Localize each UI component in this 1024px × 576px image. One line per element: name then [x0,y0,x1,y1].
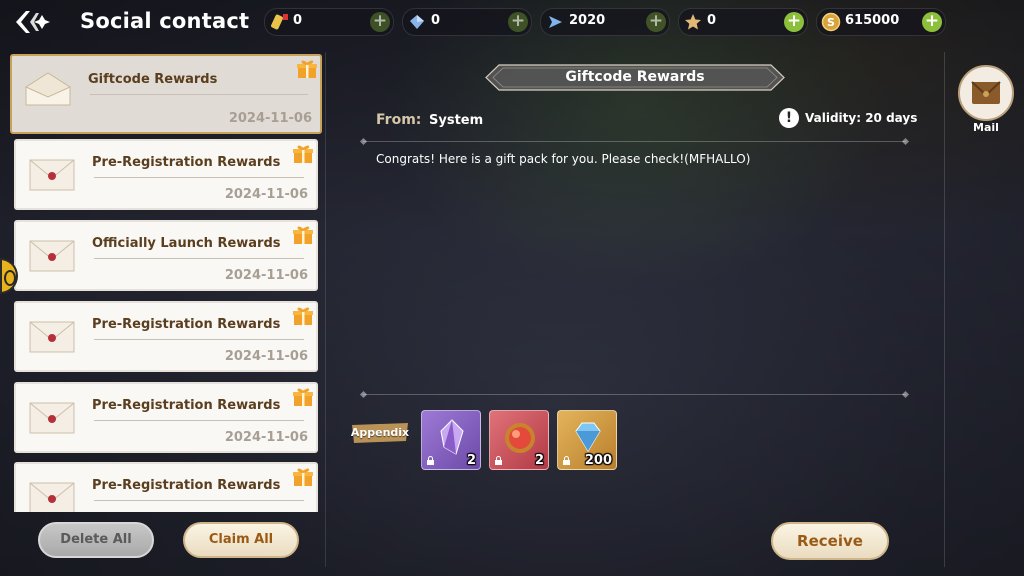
blue-diamond-icon [575,422,601,452]
currency-coin: S 615000 + [816,8,946,36]
sealed-envelope-icon [29,240,75,272]
lock-icon [495,456,502,465]
currency-star: 0 + [678,8,808,36]
mail-item-giftcode[interactable]: Giftcode Rewards 2024-11-06 [10,54,322,134]
lock-icon [427,456,434,465]
star-icon [685,14,701,30]
divider [94,258,304,259]
mail-list: Giftcode Rewards 2024-11-06 Pre-Registra… [0,52,325,512]
mail-item[interactable]: Pre-Registration Rewards 2024-11-06 [14,382,318,453]
sender-name: System [429,113,484,128]
validity-text: Validity: 20 days [805,111,918,125]
add-star-button[interactable]: + [784,12,804,32]
gift-icon [293,226,313,244]
open-envelope-icon [25,72,71,106]
purple-crystal-icon [440,419,464,455]
tab-mail-label: Mail [973,121,999,134]
panel-divider [325,52,326,567]
reward-slot[interactable]: 200 [557,410,617,470]
lock-icon [563,456,570,465]
currency-token: 2020 + [540,8,670,36]
divider [94,500,304,501]
detail-header: Giftcode Rewards [485,64,785,91]
gift-icon [293,388,313,406]
divider [90,94,308,95]
divider [94,177,304,178]
divider [94,420,304,421]
divider [363,141,906,142]
add-token-button[interactable]: + [646,12,666,32]
add-crystal-button[interactable]: + [508,12,528,32]
detail-title: Giftcode Rewards [565,69,705,85]
mail-item[interactable]: Officially Launch Rewards 2024-11-06 [14,220,318,291]
red-orb-icon [505,423,535,453]
side-divider [944,52,945,567]
divider [94,339,304,340]
top-bar: Social contact 0 + 0 + 2020 + 0 + S 6150… [0,0,1024,44]
crystal-icon [410,15,424,29]
gift-icon [293,307,313,325]
mail-item[interactable]: Pre-Registration Rewards [14,462,318,512]
arrow-token-icon [549,16,562,28]
sealed-envelope-icon [29,402,75,434]
currency-ticket: 0 + [264,8,394,36]
exclamation-icon: ! [779,108,799,128]
gift-icon [293,468,313,486]
reward-slot[interactable]: 2 [421,410,481,470]
svg-text:S: S [827,16,835,29]
sealed-envelope-icon [29,159,75,191]
delete-all-button[interactable]: Delete All [38,522,154,558]
add-ticket-button[interactable]: + [370,12,390,32]
receive-button[interactable]: Receive [771,522,889,560]
reward-slot[interactable]: 2 [489,410,549,470]
message-body: Congrats! Here is a gift pack for you. P… [376,152,751,166]
gift-icon [293,145,313,163]
tab-mail[interactable] [958,65,1014,121]
from-label: From: [376,112,422,128]
divider [363,394,906,395]
mail-item[interactable]: Pre-Registration Rewards 2024-11-06 [14,139,318,210]
page-title: Social contact [80,9,250,33]
sealed-envelope-icon [29,482,75,512]
coin-icon: S [821,12,841,32]
mail-icon [971,81,1001,104]
add-coin-button[interactable]: + [922,12,942,32]
currency-crystal: 0 + [402,8,532,36]
mail-item[interactable]: Pre-Registration Rewards 2024-11-06 [14,301,318,372]
back-icon[interactable] [12,8,50,36]
ticket-icon [271,14,288,30]
claim-all-button[interactable]: Claim All [183,522,299,558]
appendix-label: Appendix [350,421,410,445]
sealed-envelope-icon [29,321,75,353]
gift-icon [297,60,317,78]
